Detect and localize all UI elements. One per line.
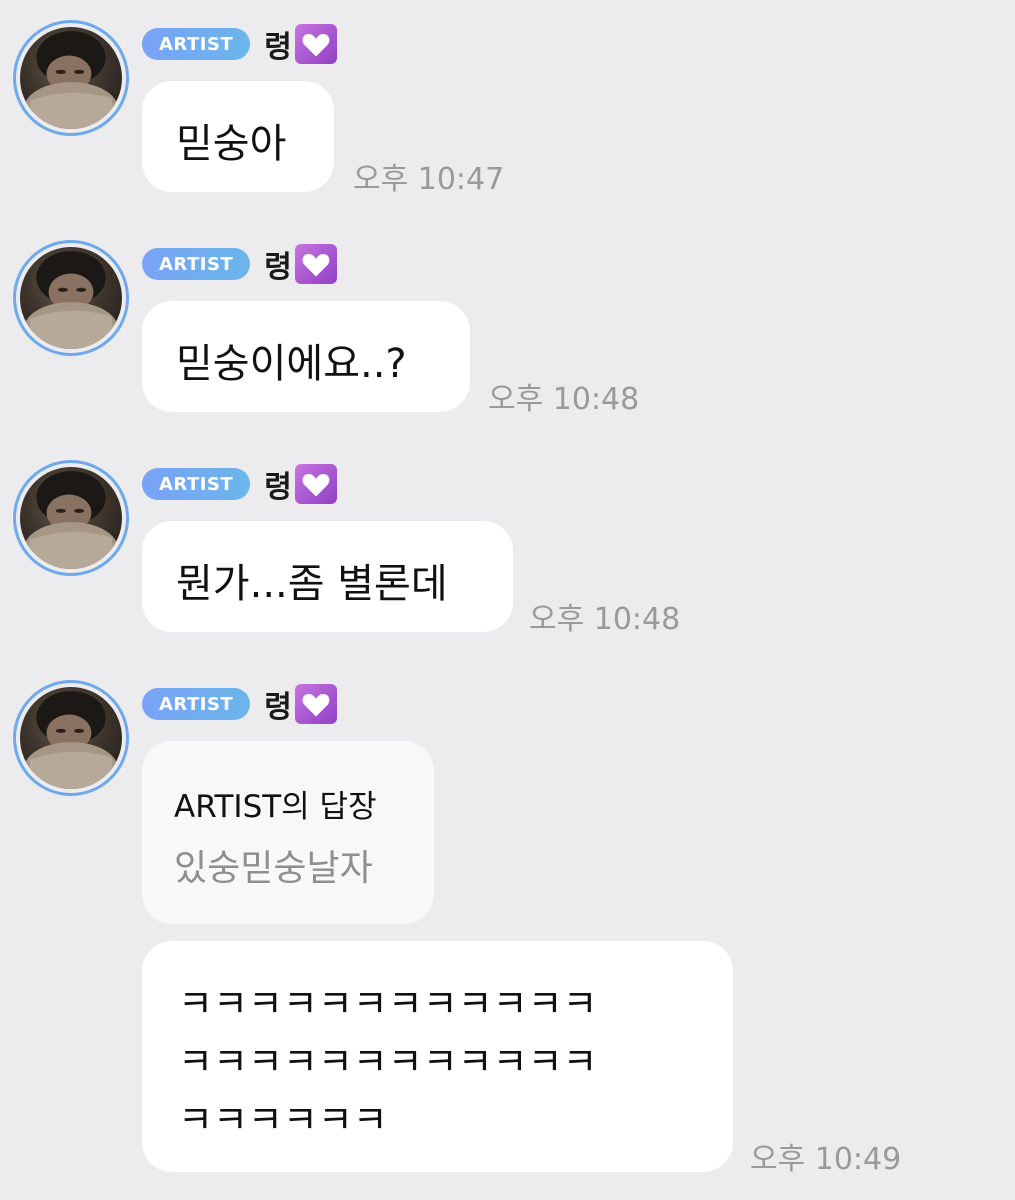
purple-heart-icon xyxy=(294,684,337,724)
purple-heart-icon xyxy=(294,24,337,64)
avatar-photo xyxy=(20,467,122,569)
message-text: 믿숭아 xyxy=(176,121,287,167)
avatar-photo xyxy=(20,27,122,129)
artist-badge: ARTIST xyxy=(142,248,251,280)
sender-avatar[interactable] xyxy=(13,240,129,356)
sender-name: 령 xyxy=(264,690,292,725)
message-text: 믿숭이에요..? xyxy=(176,341,407,387)
message-text: 뭔가...좀 별론데 xyxy=(176,561,448,607)
reply-title: ARTIST의 답장 xyxy=(174,789,377,825)
message-time: 오후 10:47 xyxy=(353,162,505,197)
reply-quote-bubble[interactable]: ARTIST의 답장 있숭믿숭날자 xyxy=(142,741,434,924)
sender-avatar[interactable] xyxy=(13,460,129,576)
artist-badge: ARTIST xyxy=(142,688,251,720)
message-time: 오후 10:48 xyxy=(529,602,681,637)
sender-name: 령 xyxy=(264,250,292,285)
message-bubble[interactable]: 믿숭이에요..? xyxy=(142,301,470,412)
sender-row: ARTIST 령 xyxy=(142,684,337,725)
sender-name: 령 xyxy=(264,30,292,65)
message-line: ㅋㅋㅋㅋㅋㅋ xyxy=(178,1098,388,1142)
message-line: ㅋㅋㅋㅋㅋㅋㅋㅋㅋㅋㅋㅋ xyxy=(178,982,598,1026)
message-bubble[interactable]: 뭔가...좀 별론데 xyxy=(142,521,513,632)
message-time: 오후 10:48 xyxy=(488,382,640,417)
avatar-photo xyxy=(20,687,122,789)
quoted-message: 있숭믿숭날자 xyxy=(174,848,373,889)
avatar-photo xyxy=(20,247,122,349)
artist-badge: ARTIST xyxy=(142,468,251,500)
sender-avatar[interactable] xyxy=(13,20,129,136)
message-bubble[interactable]: 믿숭아 xyxy=(142,81,334,192)
message-text: ㅋㅋㅋㅋㅋㅋㅋㅋㅋㅋㅋㅋ ㅋㅋㅋㅋㅋㅋㅋㅋㅋㅋㅋㅋ ㅋㅋㅋㅋㅋㅋ xyxy=(178,975,598,1149)
sender-avatar[interactable] xyxy=(13,680,129,796)
artist-badge: ARTIST xyxy=(142,28,251,60)
sender-row: ARTIST 령 xyxy=(142,244,337,285)
message-line: ㅋㅋㅋㅋㅋㅋㅋㅋㅋㅋㅋㅋ xyxy=(178,1040,598,1084)
purple-heart-icon xyxy=(294,244,337,284)
purple-heart-icon xyxy=(294,464,337,504)
message-time: 오후 10:49 xyxy=(750,1142,902,1177)
sender-row: ARTIST 령 xyxy=(142,24,337,65)
sender-name: 령 xyxy=(264,470,292,505)
sender-row: ARTIST 령 xyxy=(142,464,337,505)
message-bubble[interactable]: ㅋㅋㅋㅋㅋㅋㅋㅋㅋㅋㅋㅋ ㅋㅋㅋㅋㅋㅋㅋㅋㅋㅋㅋㅋ ㅋㅋㅋㅋㅋㅋ xyxy=(142,941,733,1172)
